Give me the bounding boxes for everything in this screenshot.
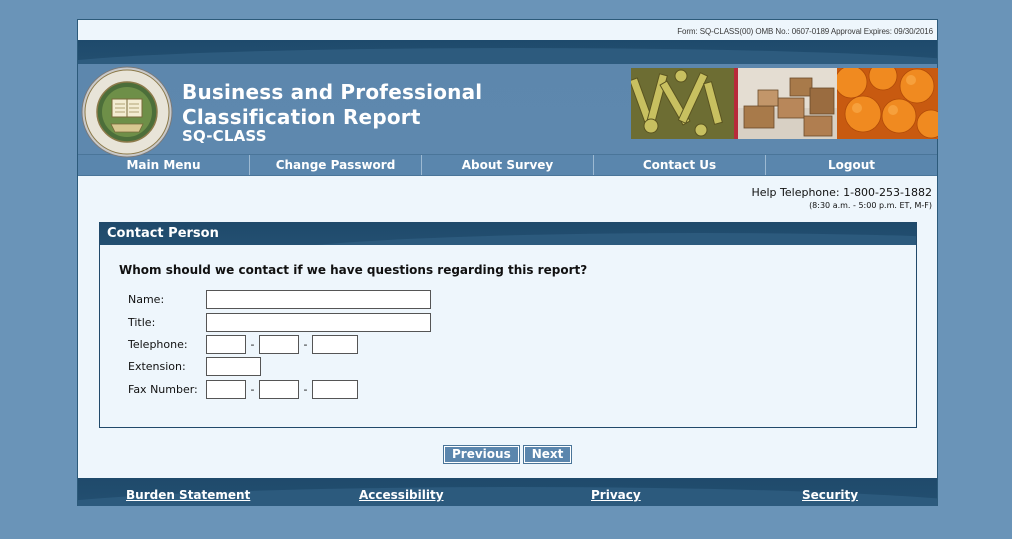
telephone-row: Telephone: - - xyxy=(128,334,358,354)
extension-row: Extension: xyxy=(128,356,261,376)
header-banner: Business and Professional Classification… xyxy=(78,64,938,158)
name-row: Name: xyxy=(128,289,431,309)
title-label: Title: xyxy=(128,315,156,329)
fax-row: Fax Number: - - xyxy=(128,379,358,399)
boxes-photo-icon xyxy=(734,68,837,139)
contact-question: Whom should we contact if we have questi… xyxy=(119,263,588,277)
contact-person-panel: Contact Person Whom should we contact if… xyxy=(99,222,917,428)
fax-area-input[interactable] xyxy=(206,379,246,399)
security-link[interactable]: Security xyxy=(802,488,858,502)
fax-prefix-input[interactable] xyxy=(259,379,299,399)
help-telephone: Help Telephone: 1-800-253-1882 xyxy=(751,186,932,199)
panel-title: Contact Person xyxy=(107,226,219,241)
nav-change-password[interactable]: Change Password xyxy=(250,155,422,175)
fax-dash: - xyxy=(303,382,308,396)
telephone-line-input[interactable] xyxy=(312,334,358,354)
nav-about-survey[interactable]: About Survey xyxy=(422,155,594,175)
page-frame: Form: SQ-CLASS(00) OMB No.: 0607-0189 Ap… xyxy=(77,19,938,506)
header-photo-strip xyxy=(631,68,938,139)
header-wave-band xyxy=(78,40,937,64)
form-info: Form: SQ-CLASS(00) OMB No.: 0607-0189 Ap… xyxy=(78,20,937,40)
telephone-dash: - xyxy=(250,337,255,351)
form-buttons: Previous Next xyxy=(443,445,573,464)
burden-statement-link[interactable]: Burden Statement xyxy=(126,488,250,502)
oranges-photo-icon xyxy=(837,68,938,139)
main-nav: Main Menu Change Password About Survey C… xyxy=(78,154,937,176)
privacy-link[interactable]: Privacy xyxy=(591,488,641,502)
title-row: Title: xyxy=(128,312,431,332)
telephone-area-input[interactable] xyxy=(206,334,246,354)
report-title-line1: Business and Professional xyxy=(182,80,483,104)
telephone-prefix-input[interactable] xyxy=(259,334,299,354)
telephone-label: Telephone: xyxy=(128,337,188,351)
help-info: Help Telephone: 1-800-253-1882 (8:30 a.m… xyxy=(78,176,937,220)
report-code: SQ-CLASS xyxy=(182,127,267,145)
accessibility-link[interactable]: Accessibility xyxy=(359,488,444,502)
fax-dash: - xyxy=(250,382,255,396)
previous-button[interactable]: Previous xyxy=(443,445,520,464)
report-title-line2: Classification Report xyxy=(182,105,421,129)
next-button[interactable]: Next xyxy=(522,445,573,464)
name-input[interactable] xyxy=(206,289,431,309)
nav-logout[interactable]: Logout xyxy=(766,155,937,175)
census-bureau-seal-icon xyxy=(81,66,173,158)
panel-header: Contact Person xyxy=(100,223,916,245)
title-input[interactable] xyxy=(206,312,431,332)
nav-main-menu[interactable]: Main Menu xyxy=(78,155,250,175)
name-label: Name: xyxy=(128,292,165,306)
help-hours: (8:30 a.m. - 5:00 p.m. ET, M-F) xyxy=(809,201,932,210)
extension-label: Extension: xyxy=(128,359,186,373)
nav-contact-us[interactable]: Contact Us xyxy=(594,155,766,175)
extension-input[interactable] xyxy=(206,356,261,376)
fax-label: Fax Number: xyxy=(128,382,198,396)
telephone-dash: - xyxy=(303,337,308,351)
fax-line-input[interactable] xyxy=(312,379,358,399)
footer: Burden Statement Accessibility Privacy S… xyxy=(78,478,937,506)
bolts-photo-icon xyxy=(631,68,734,139)
